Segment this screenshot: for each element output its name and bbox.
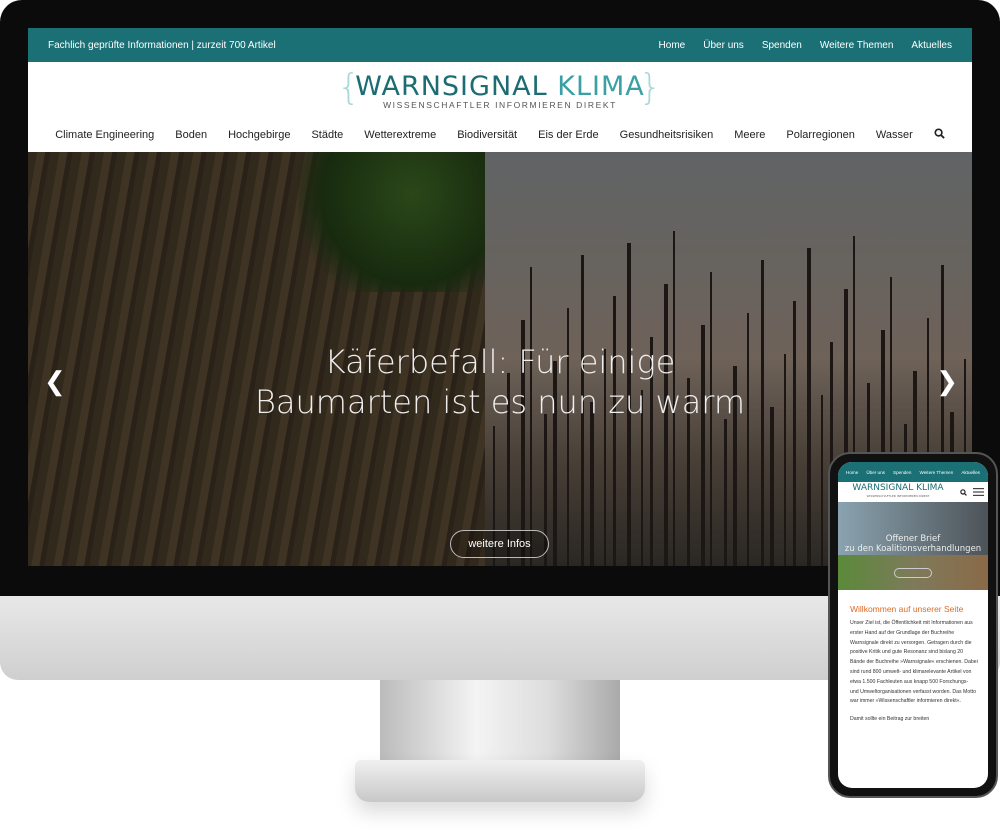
top-link-news[interactable]: Aktuelles (911, 40, 952, 51)
welcome-heading: Willkommen auf unserer Seite (850, 604, 964, 614)
top-link-donate[interactable]: Spenden (762, 40, 802, 51)
nav-meere[interactable]: Meere (734, 129, 765, 141)
nav-hochgebirge[interactable]: Hochgebirge (228, 129, 290, 141)
phone-frame: Home Über uns Spenden Weitere Themen Akt… (828, 452, 998, 798)
site-logo[interactable]: {WARNSIGNAL KLIMA} WISSENSCHAFTLER INFOR… (28, 62, 972, 118)
nav-gesundheitsrisiken[interactable]: Gesundheitsrisiken (620, 129, 714, 141)
chevron-left-icon[interactable]: ❮ (44, 366, 66, 397)
welcome-paragraph-2: Damit sollte ein Beitrag zur breiten (850, 716, 930, 723)
nav-staedte[interactable]: Städte (311, 129, 343, 141)
m-link-news[interactable]: Aktuelles (961, 470, 980, 475)
nav-eis[interactable]: Eis der Erde (538, 129, 599, 141)
mobile-hero-title: Offener Brief zu den Koalitionsverhandlun… (844, 534, 982, 554)
mobile-top-bar: Home Über uns Spenden Weitere Themen Akt… (838, 462, 988, 482)
m-link-donate[interactable]: Spenden (893, 470, 911, 475)
top-nav: Home Über uns Spenden Weitere Themen Akt… (659, 40, 952, 51)
top-link-about[interactable]: Über uns (703, 40, 744, 51)
search-icon[interactable] (934, 128, 945, 142)
m-link-topics[interactable]: Weitere Themen (919, 470, 953, 475)
nav-wetterextreme[interactable]: Wetterextreme (364, 129, 436, 141)
nav-polarregionen[interactable]: Polarregionen (786, 129, 855, 141)
hero-title: Käferbefall: Für einige Baumarten ist es … (254, 343, 746, 421)
monitor-stand (380, 680, 620, 770)
monitor-base (355, 760, 645, 802)
top-link-topics[interactable]: Weitere Themen (820, 40, 894, 51)
hamburger-menu-icon[interactable] (973, 483, 984, 501)
nav-boden[interactable]: Boden (175, 129, 207, 141)
welcome-paragraph: Unser Ziel ist, die Öffentlichkeit mit I… (850, 620, 978, 705)
welcome-section: Willkommen auf unserer Seite Unser Ziel … (838, 590, 988, 725)
nav-climate-engineering[interactable]: Climate Engineering (55, 129, 154, 141)
mobile-hero: Offener Brief zu den Koalitionsverhandlun… (838, 502, 988, 590)
top-bar: Fachlich geprüfte Informationen | zurzei… (28, 28, 972, 62)
chevron-right-icon[interactable]: ❯ (936, 366, 958, 397)
mobile-header: WARNSIGNAL KLIMA WISSENSCHAFTLER INFORMIE… (838, 482, 988, 502)
m-link-home[interactable]: Home (846, 470, 858, 475)
logo-title-a: WARNSIGNAL (355, 70, 548, 102)
mobile-screen: Home Über uns Spenden Weitere Themen Akt… (838, 462, 988, 788)
main-nav: Climate Engineering Boden Hochgebirge St… (28, 118, 972, 152)
nav-wasser[interactable]: Wasser (876, 129, 913, 141)
top-link-home[interactable]: Home (659, 40, 686, 51)
mobile-logo[interactable]: WARNSIGNAL KLIMA WISSENSCHAFTLER INFORMIE… (842, 484, 954, 500)
mobile-hero-button[interactable] (894, 568, 932, 578)
m-link-about[interactable]: Über uns (866, 470, 885, 475)
more-info-button[interactable]: weitere Infos (450, 530, 549, 558)
logo-title-b: KLIMA (557, 70, 645, 102)
nav-biodiversitaet[interactable]: Biodiversität (457, 129, 517, 141)
search-icon[interactable] (960, 483, 967, 501)
tagline: Fachlich geprüfte Informationen | zurzei… (48, 39, 276, 51)
